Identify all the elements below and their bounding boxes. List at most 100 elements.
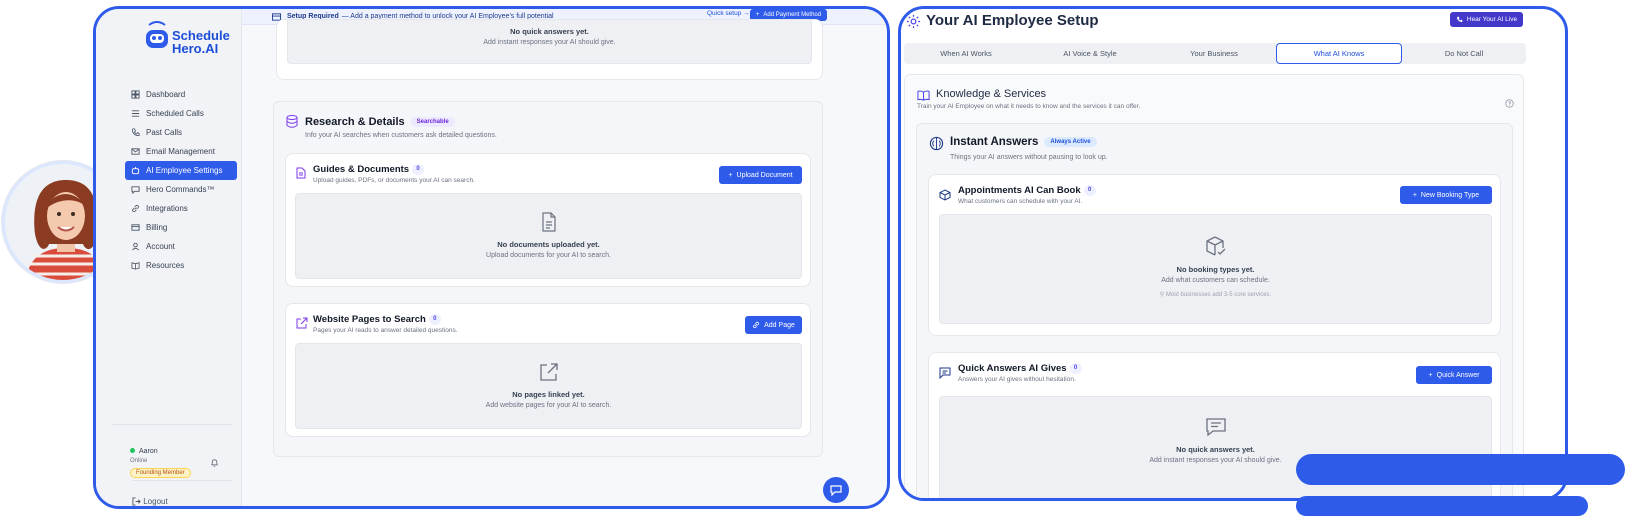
database-icon [286,115,298,133]
file-text-icon [541,212,556,232]
empty-subtitle: Add instant responses your AI should giv… [483,39,616,46]
empty-subtitle: Add what customers can schedule. [1161,277,1270,284]
sidebar-item-label: Email Management [146,147,215,156]
sidebar-item-label: Scheduled Calls [146,109,204,118]
quick-title: Quick Answers AI Gives 0 [958,363,1082,374]
phone-icon [131,128,140,137]
website-pages-card: Website Pages to Search 0 Pages your AI r… [285,303,811,437]
user-card[interactable]: Aaron Online Founding Member [130,448,191,478]
sidebar-nav: Dashboard Scheduled Calls Past Calls Ema… [125,85,237,275]
user-status: Online [130,458,148,464]
plus-icon: + [1412,191,1417,199]
new-booking-type-button[interactable]: + New Booking Type [1400,186,1492,204]
searchable-badge: Searchable [410,117,455,128]
sidebar-item-integrations[interactable]: Integrations [125,199,237,218]
hear-ai-live-button[interactable]: Hear Your AI Live [1450,12,1523,27]
sidebar-item-label: Dashboard [146,90,186,99]
plus-icon: + [755,12,760,18]
tab-your-business[interactable]: Your Business [1152,43,1276,64]
list-icon [131,110,140,117]
bell-icon[interactable] [210,455,219,473]
sidebar: Schedule Hero.AI Dashboard Scheduled Call… [96,9,242,506]
tab-bar: When AI Works AI Voice & Style Your Busi… [904,43,1526,64]
quick-subtitle: Answers your AI gives without hesitation… [958,376,1076,383]
chat-bubble-button[interactable] [823,477,849,503]
guides-title-text: Guides & Documents [313,164,410,176]
add-page-button[interactable]: Add Page [745,316,802,334]
plus-icon: + [1428,371,1433,379]
sidebar-item-scheduled-calls[interactable]: Scheduled Calls [125,104,237,123]
hint-text: ⚲ Most businesses add 3-5 core services. [940,291,1491,298]
user-name: Aaron [139,448,158,455]
card-icon [131,224,140,231]
sidebar-item-account[interactable]: Account [125,237,237,256]
phone-icon [1456,16,1463,22]
logout-icon [132,497,141,506]
sidebar-item-ai-employee-settings[interactable]: AI Employee Settings [125,161,237,180]
knowledge-subtitle: Train your AI Employee on what it needs … [917,103,1141,110]
founder-badge: Founding Member [130,468,191,478]
appointments-empty-state: No booking types yet. Add what customers… [939,214,1492,324]
quick-answers-empty: No quick answers yet. Add instant respon… [287,20,812,64]
upload-document-button[interactable]: + Upload Document [719,166,802,184]
appointments-title: Appointments AI Can Book 0 [958,185,1096,196]
sidebar-item-label: Past Calls [146,128,183,137]
empty-title: No booking types yet. [1176,265,1255,274]
sidebar-item-label: Billing [146,223,168,232]
instant-title-text: Instant Answers [950,136,1039,148]
sidebar-item-dashboard[interactable]: Dashboard [125,85,237,104]
brand-line2: Hero.AI [172,41,219,56]
sidebar-item-hero-commands[interactable]: Hero Commands™ [125,180,237,199]
guides-count: 0 [412,164,425,175]
tab-what-ai-knows[interactable]: What AI Knows [1276,43,1402,64]
quick-count: 0 [1069,363,1082,374]
chat-icon [131,186,140,194]
tab-when-ai-works[interactable]: When AI Works [904,43,1028,64]
sidebar-divider [112,424,232,425]
pages-title: Website Pages to Search 0 [313,314,441,325]
hear-ai-live-label: Hear Your AI Live [1466,16,1518,23]
external-link-icon [296,316,308,334]
lightbulb-icon: ⚲ [1159,292,1165,298]
mail-icon [131,148,140,155]
guides-empty-state: No documents uploaded yet. Upload docume… [295,193,802,279]
robot-icon [131,166,140,175]
add-page-label: Add Page [764,321,795,329]
instant-title: Instant Answers Always Active [950,136,1097,148]
tab-ai-voice-style[interactable]: AI Voice & Style [1028,43,1152,64]
research-title-text: Research & Details [305,116,405,128]
research-subtitle: Info your AI searches when customers ask… [305,132,497,139]
sidebar-item-label: Hero Commands™ [146,185,215,194]
quick-answers-card: No quick answers yet. Add instant respon… [276,19,823,80]
sidebar-item-resources[interactable]: Resources [125,256,237,275]
help-icon[interactable] [1505,95,1514,113]
sidebar-item-email-management[interactable]: Email Management [125,142,237,161]
package-icon [939,188,951,206]
sidebar-item-label: Resources [146,261,185,270]
new-booking-type-label: New Booking Type [1420,191,1480,199]
quick-answer-label: Quick Answer [1436,371,1480,379]
pages-count: 0 [428,314,441,325]
logout-link[interactable]: Logout [132,497,168,506]
hint-text-value: Most businesses add 3-5 core services. [1165,292,1272,298]
empty-title: No quick answers yet. [510,27,589,36]
quick-answer-button[interactable]: + Quick Answer [1416,366,1492,384]
pages-empty-state: No pages linked yet. Add website pages f… [295,343,802,429]
appointments-title-text: Appointments AI Can Book [958,185,1081,197]
quick-empty-state: No quick answers yet. Add instant respon… [939,396,1492,498]
sidebar-item-billing[interactable]: Billing [125,218,237,237]
dashboard-icon [131,90,140,99]
dashboard-window: Schedule Hero.AI Dashboard Scheduled Call… [93,6,890,509]
external-link-icon [539,363,558,381]
gear-icon [906,14,921,34]
pages-title-text: Website Pages to Search [313,314,426,326]
package-check-icon [1205,236,1225,256]
quick-setup-link[interactable]: Quick setup → [707,10,750,17]
empty-subtitle: Upload documents for your AI to search. [486,252,611,259]
message-icon [830,485,842,496]
quick-title-text: Quick Answers AI Gives [958,363,1067,375]
tab-do-not-call[interactable]: Do Not Call [1402,43,1526,64]
empty-title: No documents uploaded yet. [497,240,600,249]
sidebar-item-label: AI Employee Settings [146,166,223,175]
sidebar-item-past-calls[interactable]: Past Calls [125,123,237,142]
